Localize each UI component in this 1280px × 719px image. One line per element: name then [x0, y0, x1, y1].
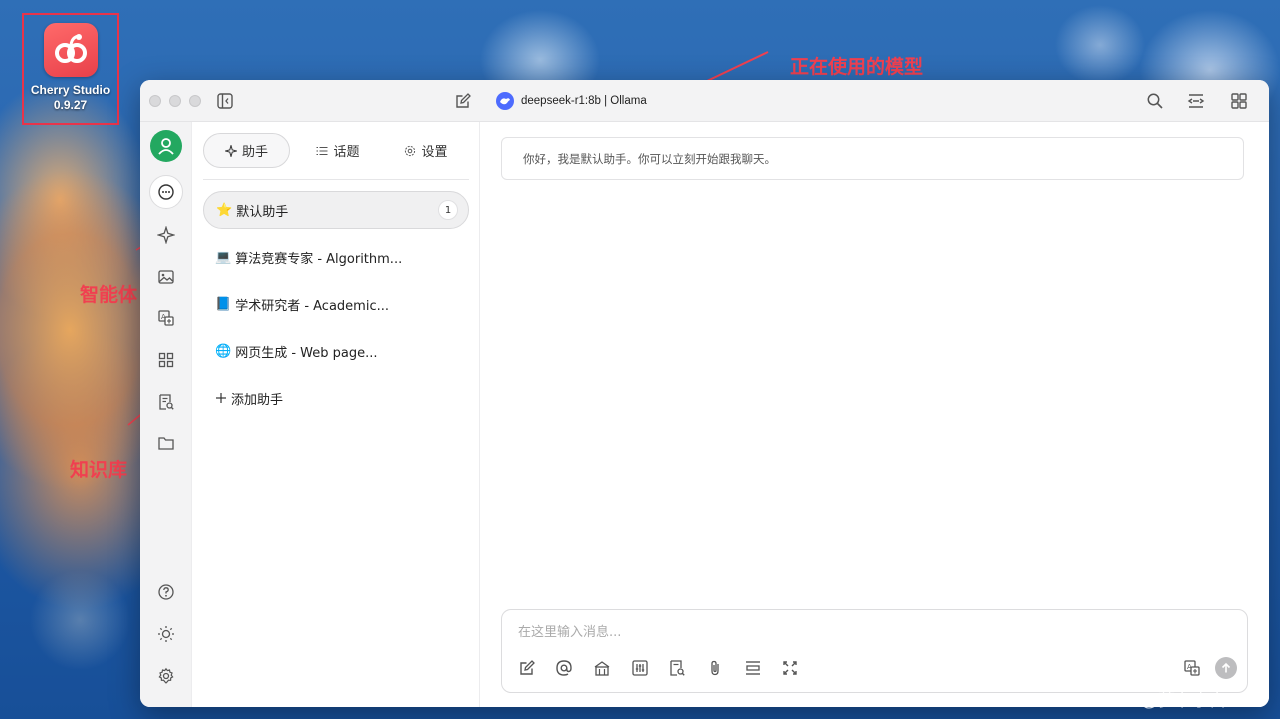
star-icon: ⭐: [216, 202, 233, 218]
left-nav-rail: A: [140, 122, 192, 707]
message-input-box: A: [501, 609, 1248, 693]
model-selector[interactable]: deepseek-r1:8b | Ollama: [496, 91, 647, 111]
expand-fullscreen-icon[interactable]: [779, 657, 801, 679]
chat-nav-icon[interactable]: [149, 175, 183, 209]
assistants-panel: 助手 话题 设置 ⭐ 默认助手 1 💻 算法竞赛专家 - Algorithm..…: [192, 122, 480, 707]
chat-area: 你好，我是默认助手。你可以立刻开始跟我聊天。 在这里输入消息... A: [480, 122, 1269, 707]
knowledge-nav-icon[interactable]: [149, 385, 183, 419]
desktop-app-version: 0.9.27: [53, 98, 88, 112]
csdn-watermark: CSDN @萝卜小白: [1088, 691, 1227, 710]
user-avatar[interactable]: [150, 130, 182, 162]
book-icon: 📘: [215, 296, 232, 312]
knowledge-search-tool-icon[interactable]: [666, 657, 688, 679]
minimize-window-button[interactable]: [169, 95, 181, 107]
desktop-app-icon[interactable]: Cherry Studio 0.9.27: [22, 13, 119, 125]
panel-tabs: 助手 话题 设置: [203, 133, 469, 169]
laptop-icon: 💻: [215, 249, 232, 265]
topic-count-badge: 1: [438, 200, 458, 220]
layout-grid-icon[interactable]: [1227, 89, 1251, 113]
assistant-item-webpage[interactable]: 🌐 网页生成 - Web page...: [203, 332, 469, 370]
list-icon: [316, 146, 328, 155]
translate-input-icon[interactable]: A: [1181, 657, 1203, 679]
send-button[interactable]: [1215, 657, 1237, 679]
title-bar: deepseek-r1:8b | Ollama: [140, 80, 1269, 122]
plus-icon: [216, 393, 226, 403]
files-nav-icon[interactable]: [149, 426, 183, 460]
apps-nav-icon[interactable]: [149, 343, 183, 377]
gear-icon: [405, 145, 416, 156]
assistant-label: 学术研究者 - Academic...: [235, 298, 389, 314]
globe-icon: 🌐: [215, 343, 232, 359]
message-input[interactable]: [518, 622, 1218, 642]
tab-assistants[interactable]: 助手: [203, 133, 290, 168]
attachment-paperclip-icon[interactable]: [704, 657, 726, 679]
mention-at-icon[interactable]: [553, 657, 575, 679]
assistant-label: 默认助手: [236, 204, 289, 220]
knowledge-base-tool-icon[interactable]: [591, 657, 613, 679]
assistant-label: 算法竞赛专家 - Algorithm...: [235, 251, 403, 267]
narrow-mode-icon[interactable]: [1184, 89, 1208, 113]
agents-nav-icon[interactable]: [149, 218, 183, 252]
clear-context-icon[interactable]: [742, 657, 764, 679]
close-window-button[interactable]: [149, 95, 161, 107]
app-window: deepseek-r1:8b | Ollama A 助手 话题 设置 ⭐ 默认助…: [140, 80, 1269, 707]
zoom-window-button[interactable]: [189, 95, 201, 107]
assistant-item-algorithm[interactable]: 💻 算法竞赛专家 - Algorithm...: [203, 238, 469, 276]
tabs-divider: [203, 179, 469, 180]
welcome-message: 你好，我是默认助手。你可以立刻开始跟我聊天。: [501, 137, 1244, 180]
add-assistant-button[interactable]: 添加助手: [203, 379, 469, 417]
image-nav-icon[interactable]: [149, 260, 183, 294]
search-icon[interactable]: [1143, 89, 1167, 113]
add-assistant-label: 添加助手: [231, 392, 284, 408]
deepseek-logo-icon: [496, 92, 514, 110]
new-topic-tool-icon[interactable]: [516, 657, 538, 679]
tab-assistants-label: 助手: [241, 145, 268, 160]
new-topic-icon[interactable]: [451, 89, 475, 113]
assistant-item-default[interactable]: ⭐ 默认助手 1: [203, 191, 469, 229]
theme-sun-icon[interactable]: [149, 617, 183, 651]
sliders-settings-icon[interactable]: [629, 657, 651, 679]
annotation-agent: 智能体: [80, 284, 138, 306]
cherry-logo-icon: [43, 23, 98, 77]
assistant-label: 网页生成 - Web page...: [235, 345, 378, 361]
arrow-up-icon: [1221, 662, 1231, 673]
translate-nav-icon[interactable]: A: [149, 301, 183, 335]
tab-topics[interactable]: 话题: [295, 133, 381, 168]
model-name: deepseek-r1:8b | Ollama: [521, 95, 647, 107]
help-icon[interactable]: [149, 575, 183, 609]
sparkle-icon: [224, 144, 237, 157]
annotation-model: 正在使用的模型: [790, 56, 924, 78]
settings-gear-icon[interactable]: [149, 659, 183, 693]
assistant-item-academic[interactable]: 📘 学术研究者 - Academic...: [203, 285, 469, 323]
tab-topics-label: 话题: [333, 145, 360, 160]
sidebar-toggle-icon[interactable]: [213, 89, 237, 113]
annotation-knowledge: 知识库: [70, 459, 128, 481]
tab-settings[interactable]: 设置: [383, 133, 469, 168]
tab-settings-label: 设置: [421, 145, 448, 160]
desktop-app-name: Cherry Studio: [30, 83, 111, 97]
